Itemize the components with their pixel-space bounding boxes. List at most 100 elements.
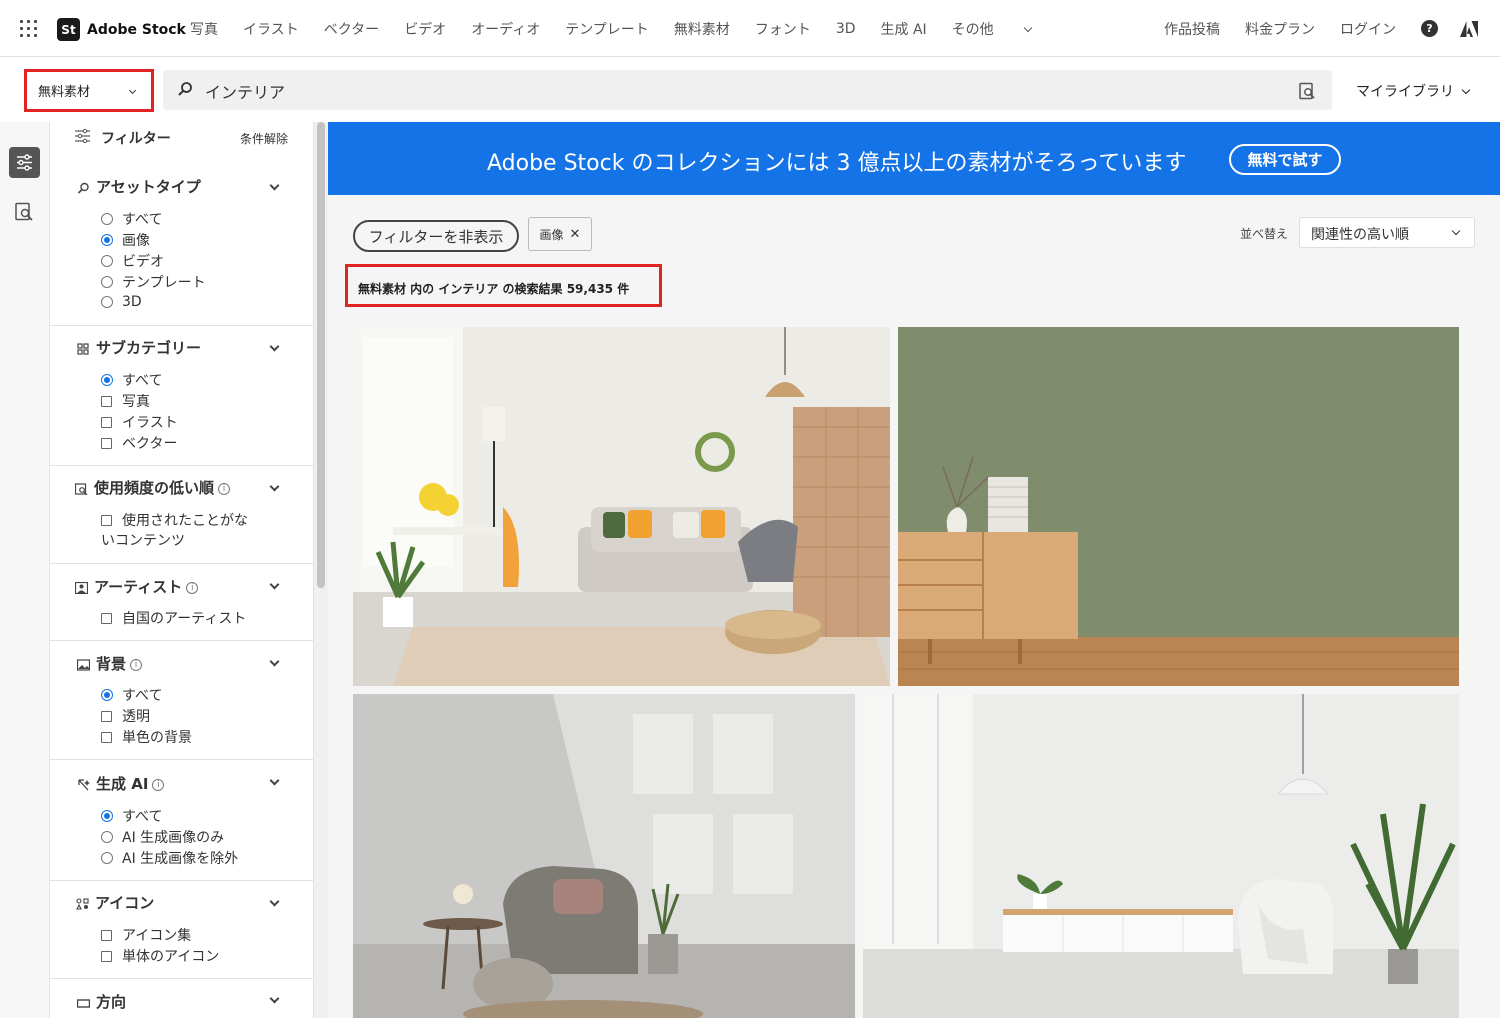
filter-option-local-artist[interactable]: 自国のアーティスト <box>101 608 246 628</box>
option-label: テンプレート <box>122 275 206 291</box>
filter-option-icon-set[interactable]: アイコン集 <box>101 925 191 945</box>
nav-item-free[interactable]: 無料素材 <box>674 19 730 39</box>
filter-option-asset-image[interactable]: 画像 <box>101 230 150 250</box>
search-scope-value: 無料素材 <box>38 85 91 100</box>
filter-icon <box>75 129 90 143</box>
adobe-icon[interactable] <box>1460 20 1478 37</box>
chevron-down-icon <box>128 86 137 95</box>
filter-option-asset-template[interactable]: テンプレート <box>101 272 206 292</box>
checkbox[interactable] <box>101 710 112 722</box>
filter-option-sub-all[interactable]: すべて <box>101 370 162 390</box>
free-trial-button[interactable]: 無料で試す <box>1229 144 1341 175</box>
nav-item-generative-ai[interactable]: 生成 AI <box>881 19 927 39</box>
section-title-orientation[interactable]: 方向 <box>77 991 126 1012</box>
active-filter-tag[interactable]: 画像 ✕ <box>528 217 592 251</box>
info-icon[interactable]: i <box>130 658 143 671</box>
checkbox[interactable] <box>101 416 112 428</box>
section-title-asset-type[interactable]: アセットタイプ <box>77 176 201 197</box>
filter-option-sub-illustration[interactable]: イラスト <box>101 412 178 432</box>
info-icon[interactable]: i <box>218 482 231 495</box>
checkbox[interactable] <box>101 950 112 962</box>
section-title-undiscovered[interactable]: 使用頻度の低い順 i <box>75 477 231 498</box>
filter-scrollbar-thumb[interactable] <box>317 122 325 588</box>
checkbox[interactable] <box>101 514 112 526</box>
info-icon[interactable]: i <box>186 581 199 594</box>
logo-text: Adobe Stock <box>87 21 186 38</box>
radio-button[interactable] <box>101 852 113 864</box>
chevron-down-icon <box>1461 85 1471 95</box>
section-title-subcategory[interactable]: サブカテゴリー <box>77 337 201 358</box>
section-title-artist[interactable]: アーティスト i <box>75 576 199 597</box>
visual-search-icon[interactable] <box>14 202 34 222</box>
green-wall-photo <box>898 327 1459 686</box>
adobe-stock-logo[interactable]: St Adobe Stock <box>57 18 186 41</box>
radio-button[interactable] <box>101 213 113 225</box>
section-title-text: アセットタイプ <box>96 178 201 196</box>
radio-button[interactable] <box>101 810 113 822</box>
checkbox[interactable] <box>101 731 112 743</box>
checkbox[interactable] <box>101 612 112 624</box>
filter-option-single-icon[interactable]: 単体のアイコン <box>101 946 219 966</box>
nav-pricing[interactable]: 料金プラン <box>1245 19 1315 39</box>
my-library-dropdown[interactable]: マイライブラリ <box>1356 81 1471 101</box>
radio-button[interactable] <box>101 831 113 843</box>
filter-option-asset-all[interactable]: すべて <box>101 209 162 229</box>
clear-filters-link[interactable]: 条件解除 <box>240 130 288 147</box>
nav-item-3d[interactable]: 3D <box>836 21 856 37</box>
filter-option-ai-only[interactable]: AI 生成画像のみ <box>101 827 224 847</box>
sort-value: 関連性の高い順 <box>1311 227 1409 243</box>
nav-login[interactable]: ログイン <box>1340 19 1396 39</box>
search-input[interactable]: インテリア <box>163 70 1332 110</box>
filter-option-undiscovered[interactable]: 使用されたことがな <box>101 510 248 530</box>
checkbox[interactable] <box>101 437 112 449</box>
logo-mark: St <box>57 18 80 41</box>
nav-item-more[interactable]: その他 <box>952 19 1032 39</box>
close-icon[interactable]: ✕ <box>570 227 581 242</box>
section-title-text: 方向 <box>96 993 127 1011</box>
radio-button[interactable] <box>101 234 113 246</box>
account-nav: 作品投稿 料金プラン ログイン ? <box>1164 0 1500 57</box>
nav-item-videos[interactable]: ビデオ <box>404 19 446 39</box>
radio-button[interactable] <box>101 374 113 386</box>
hide-filters-button[interactable]: フィルターを非表示 <box>353 220 519 252</box>
filter-option-sub-photo[interactable]: 写真 <box>101 391 150 411</box>
search-icon <box>77 182 89 194</box>
filter-option-bg-all[interactable]: すべて <box>101 685 162 705</box>
checkbox[interactable] <box>101 395 112 407</box>
filter-option-asset-3d[interactable]: 3D <box>101 294 142 310</box>
nav-item-audio[interactable]: オーディオ <box>471 19 540 39</box>
nav-item-photos[interactable]: 写真 <box>190 19 218 39</box>
app-switcher-icon[interactable] <box>20 20 37 37</box>
option-label-continued: いコンテンツ <box>101 533 185 549</box>
filter-toggle-icon[interactable] <box>9 147 40 178</box>
visual-search-icon[interactable] <box>1298 82 1316 100</box>
radio-button[interactable] <box>101 689 113 701</box>
filter-option-ai-all[interactable]: すべて <box>101 806 162 826</box>
info-icon[interactable]: i <box>152 778 165 791</box>
search-scope-select[interactable]: 無料素材 <box>24 69 154 112</box>
nav-item-templates[interactable]: テンプレート <box>565 19 649 39</box>
nav-item-vectors[interactable]: ベクター <box>324 19 379 39</box>
nav-item-illustrations[interactable]: イラスト <box>243 19 299 39</box>
result-image-green-wall[interactable] <box>898 327 1459 686</box>
radio-button[interactable] <box>101 296 113 308</box>
result-image-living-room[interactable] <box>353 327 890 686</box>
section-title-generative-ai[interactable]: 生成 AI i <box>77 773 165 794</box>
radio-button[interactable] <box>101 276 113 288</box>
section-title-text: サブカテゴリー <box>96 339 202 357</box>
filter-option-bg-solid[interactable]: 単色の背景 <box>101 727 192 747</box>
filter-option-ai-exclude[interactable]: AI 生成画像を除外 <box>101 848 238 868</box>
sort-select[interactable]: 関連性の高い順 <box>1299 217 1475 248</box>
checkbox[interactable] <box>101 929 112 941</box>
result-image-gray-chair[interactable] <box>353 694 855 1018</box>
help-icon[interactable]: ? <box>1421 20 1438 37</box>
filter-option-bg-transparent[interactable]: 透明 <box>101 706 150 726</box>
result-image-white-room[interactable] <box>863 694 1459 1018</box>
nav-item-fonts[interactable]: フォント <box>755 19 811 39</box>
section-title-background[interactable]: 背景 i <box>77 653 143 674</box>
filter-option-asset-video[interactable]: ビデオ <box>101 251 164 271</box>
filter-option-sub-vector[interactable]: ベクター <box>101 433 177 453</box>
nav-contribute[interactable]: 作品投稿 <box>1164 19 1220 39</box>
section-title-icons[interactable]: アイコン <box>76 892 154 913</box>
radio-button[interactable] <box>101 255 113 267</box>
